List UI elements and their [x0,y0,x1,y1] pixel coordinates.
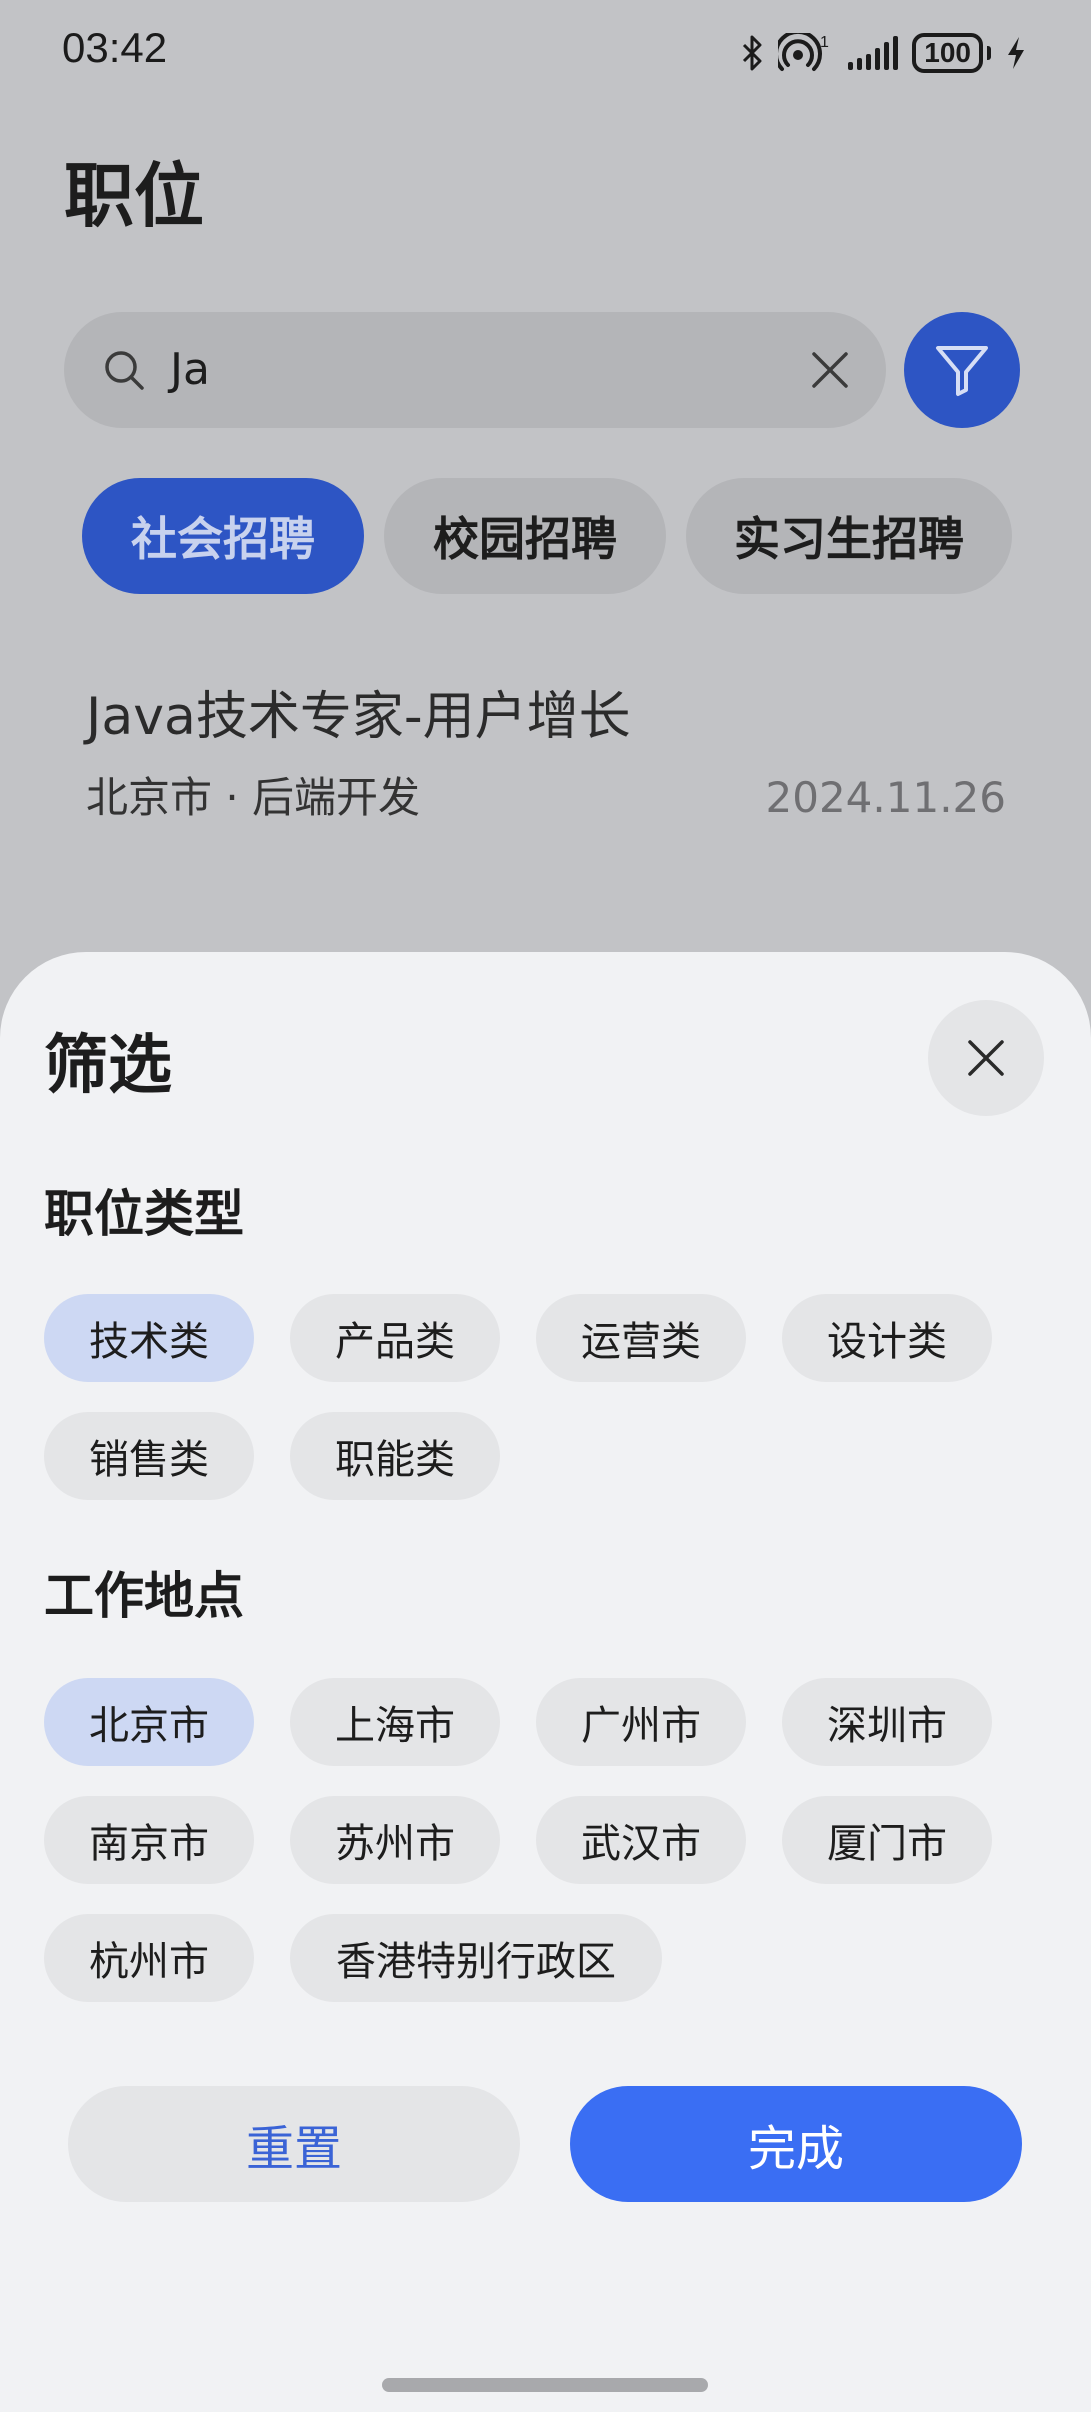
tab-intern-recruit[interactable]: 实习生招聘 [686,478,1012,594]
filter-icon [936,346,988,396]
battery-icon: 100 [912,33,991,73]
chip-job-type-operations[interactable]: 运营类 [536,1294,746,1382]
work-location-title: 工作地点 [44,1567,244,1625]
status-time: 03:42 [62,24,168,71]
status-icons: 1 100 [740,30,1027,76]
home-indicator[interactable] [382,2378,708,2392]
job-location-category: 北京市 · 后端开发 [86,773,421,822]
battery-level: 100 [912,33,983,73]
done-button[interactable]: 完成 [570,2086,1022,2202]
charging-icon [1008,37,1024,69]
chip-location-hangzhou[interactable]: 杭州市 [44,1914,254,2002]
chip-location-beijing[interactable]: 北京市 [44,1678,254,1766]
tab-campus-recruit[interactable]: 校园招聘 [384,478,666,594]
job-list-item[interactable]: Java技术专家-用户增长 北京市 · 后端开发 2024.11.26 [86,680,1006,828]
chip-location-hongkong[interactable]: 香港特别行政区 [290,1914,662,2002]
work-location-options: 北京市 上海市 广州市 深圳市 南京市 苏州市 武汉市 厦门市 杭州市 香港特别… [44,1678,1054,2002]
signal-superscript: 1 [820,34,829,51]
chip-job-type-design[interactable]: 设计类 [782,1294,992,1382]
job-date: 2024.11.26 [765,773,1006,822]
search-icon [105,351,144,390]
close-button[interactable] [928,1000,1044,1116]
job-title: Java技术专家-用户增长 [86,687,631,747]
reset-button[interactable]: 重置 [68,2086,520,2202]
status-bar: 03:42 1 100 [0,0,1091,100]
chip-location-suzhou[interactable]: 苏州市 [290,1796,500,1884]
bluetooth-icon [743,35,762,71]
chip-location-shenzhen[interactable]: 深圳市 [782,1678,992,1766]
chip-job-type-sales[interactable]: 销售类 [44,1412,254,1500]
chip-location-xiamen[interactable]: 厦门市 [782,1796,992,1884]
sheet-title: 筛选 [44,1029,172,1103]
clear-search-icon[interactable] [810,350,850,390]
filter-sheet: 筛选 职位类型 技术类 产品类 运营类 设计类 销售类 职能类 工作地点 北京市… [0,952,1091,2412]
search-input-value[interactable]: Ja [170,312,210,428]
chip-location-guangzhou[interactable]: 广州市 [536,1678,746,1766]
page-title: 职位 [64,155,204,237]
search-input[interactable]: Ja [64,312,886,428]
close-icon [968,1040,1004,1076]
chip-job-type-functional[interactable]: 职能类 [290,1412,500,1500]
chip-location-wuhan[interactable]: 武汉市 [536,1796,746,1884]
job-type-options: 技术类 产品类 运营类 设计类 销售类 职能类 [44,1294,1054,1500]
cellular-signal-icon [848,36,899,70]
recruit-tabs: 社会招聘 校园招聘 实习生招聘 [82,478,1012,594]
hotspot-icon: 1 [778,33,829,71]
job-meta: 北京市 · 后端开发 2024.11.26 [86,768,1006,828]
chip-job-type-tech[interactable]: 技术类 [44,1294,254,1382]
chip-location-nanjing[interactable]: 南京市 [44,1796,254,1884]
filter-button[interactable] [904,312,1020,428]
chip-location-shanghai[interactable]: 上海市 [290,1678,500,1766]
job-type-title: 职位类型 [44,1185,244,1243]
tab-social-recruit[interactable]: 社会招聘 [82,478,364,594]
chip-job-type-product[interactable]: 产品类 [290,1294,500,1382]
